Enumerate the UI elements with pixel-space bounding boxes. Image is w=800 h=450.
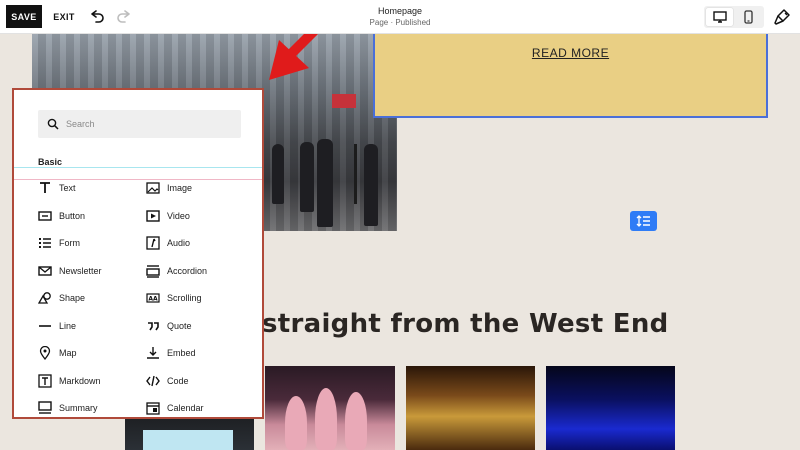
block-item-label: Quote xyxy=(167,320,192,331)
block-item-shape[interactable]: Shape xyxy=(38,288,85,308)
block-item-accordion[interactable]: Accordion xyxy=(146,261,207,281)
markdown-icon xyxy=(38,373,52,388)
block-item-image[interactable]: Image xyxy=(146,178,192,198)
block-item-audio[interactable]: Audio xyxy=(146,233,190,253)
page-status: Page · Published xyxy=(369,18,431,27)
section-heading[interactable]: straight from the West End xyxy=(262,309,669,339)
block-item-label: Line xyxy=(59,320,77,331)
block-item-button[interactable]: Button xyxy=(38,206,85,226)
block-item-embed[interactable]: Embed xyxy=(146,343,196,363)
newsletter-icon xyxy=(38,265,52,276)
image-icon xyxy=(146,182,160,194)
block-item-label: Image xyxy=(167,183,193,193)
gallery-image-1[interactable] xyxy=(125,416,254,450)
block-item-summary[interactable]: Summary xyxy=(38,398,98,417)
dancer xyxy=(315,388,337,450)
shape-icon xyxy=(38,292,51,304)
block-item-label: Video xyxy=(167,210,190,221)
search-icon xyxy=(47,118,59,130)
block-item-label: Form xyxy=(59,238,80,248)
exit-button[interactable]: EXIT xyxy=(50,5,78,28)
editor-toolbar: SAVE EXIT Homepage Page · Published xyxy=(0,0,800,34)
accordion-icon xyxy=(146,264,160,278)
block-item-label: Markdown xyxy=(59,375,101,386)
block-item-text[interactable]: Text xyxy=(38,178,76,198)
block-item-label: Shape xyxy=(59,293,86,303)
dancer xyxy=(285,396,307,450)
block-item-quote[interactable]: Quote xyxy=(146,316,192,336)
code-icon xyxy=(146,375,160,386)
form-icon xyxy=(39,238,51,248)
quote-icon xyxy=(148,321,159,330)
save-button[interactable]: SAVE xyxy=(6,5,42,28)
device-toggle xyxy=(704,6,764,28)
gallery-image-2[interactable] xyxy=(265,366,395,450)
text-icon xyxy=(40,182,50,193)
spacing-handle[interactable] xyxy=(630,211,657,231)
desktop-view-button[interactable] xyxy=(706,8,733,26)
scrolling-icon: AA xyxy=(146,293,160,303)
theatre-screen xyxy=(143,430,233,450)
map-pin-icon xyxy=(39,346,51,360)
design-brush-icon[interactable] xyxy=(773,8,791,26)
block-item-label: Summary xyxy=(59,403,98,413)
block-item-label: Code xyxy=(167,375,189,386)
block-item-label: Newsletter xyxy=(59,265,102,276)
summary-icon xyxy=(38,401,52,414)
redo-icon[interactable] xyxy=(115,8,133,26)
block-item-label: Map xyxy=(59,348,77,358)
block-item-calendar[interactable]: Calendar xyxy=(146,398,204,417)
read-more-link[interactable]: READ MORE xyxy=(375,46,766,60)
search-input[interactable] xyxy=(66,110,236,138)
block-item-label: Embed xyxy=(167,348,196,358)
dancer xyxy=(345,392,367,450)
block-item-label: Audio xyxy=(167,238,191,248)
add-block-panel: Basic Text Image Button Video Form Audio Newsl… xyxy=(12,88,264,419)
page-title: Homepage xyxy=(377,6,423,16)
block-item-markdown[interactable]: Markdown xyxy=(38,371,101,391)
block-item-code[interactable]: Code xyxy=(146,371,189,391)
block-item-newsletter[interactable]: Newsletter xyxy=(38,261,102,281)
block-item-video[interactable]: Video xyxy=(146,206,190,226)
line-icon xyxy=(39,324,51,327)
promo-card[interactable]: READ MORE xyxy=(373,34,768,118)
block-item-form[interactable]: Form xyxy=(38,233,80,253)
block-item-label: Accordion xyxy=(167,265,208,276)
undo-icon[interactable] xyxy=(88,8,106,26)
street-lamp xyxy=(354,144,357,204)
page-info[interactable]: Homepage Page · Published xyxy=(300,6,500,27)
block-item-label: Button xyxy=(59,210,86,221)
mobile-view-button[interactable] xyxy=(735,8,762,26)
pedestrian xyxy=(317,139,333,227)
desktop-icon xyxy=(712,11,727,23)
block-item-scrolling[interactable]: AA Scrolling xyxy=(146,288,202,308)
block-item-map[interactable]: Map xyxy=(38,343,77,363)
embed-icon xyxy=(147,347,159,359)
alignment-guide xyxy=(14,167,262,168)
svg-text:AA: AA xyxy=(148,296,158,303)
button-icon xyxy=(38,210,52,221)
search-box xyxy=(38,110,241,138)
gallery-image-4[interactable] xyxy=(546,366,675,450)
video-icon xyxy=(146,209,160,222)
audio-icon xyxy=(146,236,160,250)
block-item-label: Scrolling xyxy=(167,293,202,303)
block-item-label: Calendar xyxy=(167,403,204,413)
pedestrian xyxy=(364,144,378,226)
pedestrian xyxy=(300,142,314,212)
mobile-icon xyxy=(744,10,753,24)
calendar-icon xyxy=(146,402,160,415)
gallery-image-3[interactable] xyxy=(406,366,535,450)
line-height-icon xyxy=(636,215,650,227)
section-label-basic: Basic xyxy=(38,157,63,167)
pedestrian xyxy=(272,144,284,204)
block-item-label: Text xyxy=(59,183,76,193)
block-item-line[interactable]: Line xyxy=(38,316,76,336)
